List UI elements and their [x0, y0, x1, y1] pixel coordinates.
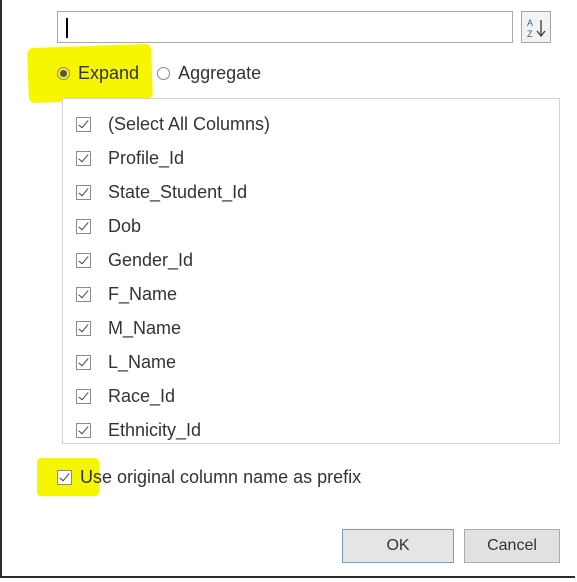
list-item-label: State_Student_Id [108, 182, 248, 202]
checkbox[interactable] [76, 287, 91, 302]
text-caret [66, 18, 68, 38]
list-item[interactable]: Race_Id [76, 386, 175, 407]
ok-button[interactable]: OK [342, 529, 454, 563]
list-item[interactable]: Dob [76, 216, 141, 237]
list-item-label: (Select All Columns) [108, 114, 271, 134]
prefix-option[interactable]: Use original column name as prefix [57, 467, 361, 488]
list-item-label: Profile_Id [108, 148, 185, 168]
list-item-label: Race_Id [108, 386, 176, 406]
sort-button[interactable]: A Z [521, 11, 551, 43]
column-list: (Select All Columns) Profile_Id State_St… [62, 98, 560, 444]
radio-expand-label[interactable]: Expand [78, 63, 139, 84]
svg-text:A: A [527, 18, 533, 28]
list-item-label: M_Name [108, 318, 182, 338]
list-item-label: Dob [108, 216, 142, 236]
checkbox[interactable] [76, 389, 91, 404]
list-item-label: L_Name [108, 352, 177, 372]
checkbox[interactable] [76, 423, 91, 438]
svg-text:Z: Z [527, 29, 533, 39]
search-input[interactable] [57, 11, 513, 43]
radio-aggregate[interactable] [157, 67, 171, 80]
checkbox[interactable] [76, 151, 91, 166]
checkbox[interactable] [76, 253, 91, 268]
list-item[interactable]: Gender_Id [76, 250, 193, 271]
prefix-label: Use original column name as prefix [80, 467, 362, 487]
list-item-label: F_Name [108, 284, 178, 304]
radio-expand[interactable] [57, 67, 70, 80]
cancel-button[interactable]: Cancel [464, 529, 560, 563]
list-item[interactable]: Profile_Id [76, 148, 184, 169]
list-item[interactable]: (Select All Columns) [76, 114, 270, 135]
list-item[interactable]: Ethnicity_Id [76, 420, 201, 441]
checkbox[interactable] [76, 185, 91, 200]
checkbox[interactable] [76, 117, 91, 132]
mode-radio-group: Expand Aggregate [57, 63, 279, 84]
list-item[interactable]: L_Name [76, 352, 176, 373]
list-item[interactable]: F_Name [76, 284, 177, 305]
list-item[interactable]: M_Name [76, 318, 181, 339]
radio-aggregate-label[interactable]: Aggregate [178, 63, 261, 84]
checkbox[interactable] [76, 219, 91, 234]
prefix-checkbox[interactable] [57, 470, 72, 485]
sort-az-icon: A Z [527, 18, 546, 39]
list-item-label: Gender_Id [108, 250, 194, 270]
checkbox[interactable] [76, 321, 91, 336]
list-item-label: Ethnicity_Id [108, 420, 202, 440]
checkbox[interactable] [76, 355, 91, 370]
list-item[interactable]: State_Student_Id [76, 182, 247, 203]
